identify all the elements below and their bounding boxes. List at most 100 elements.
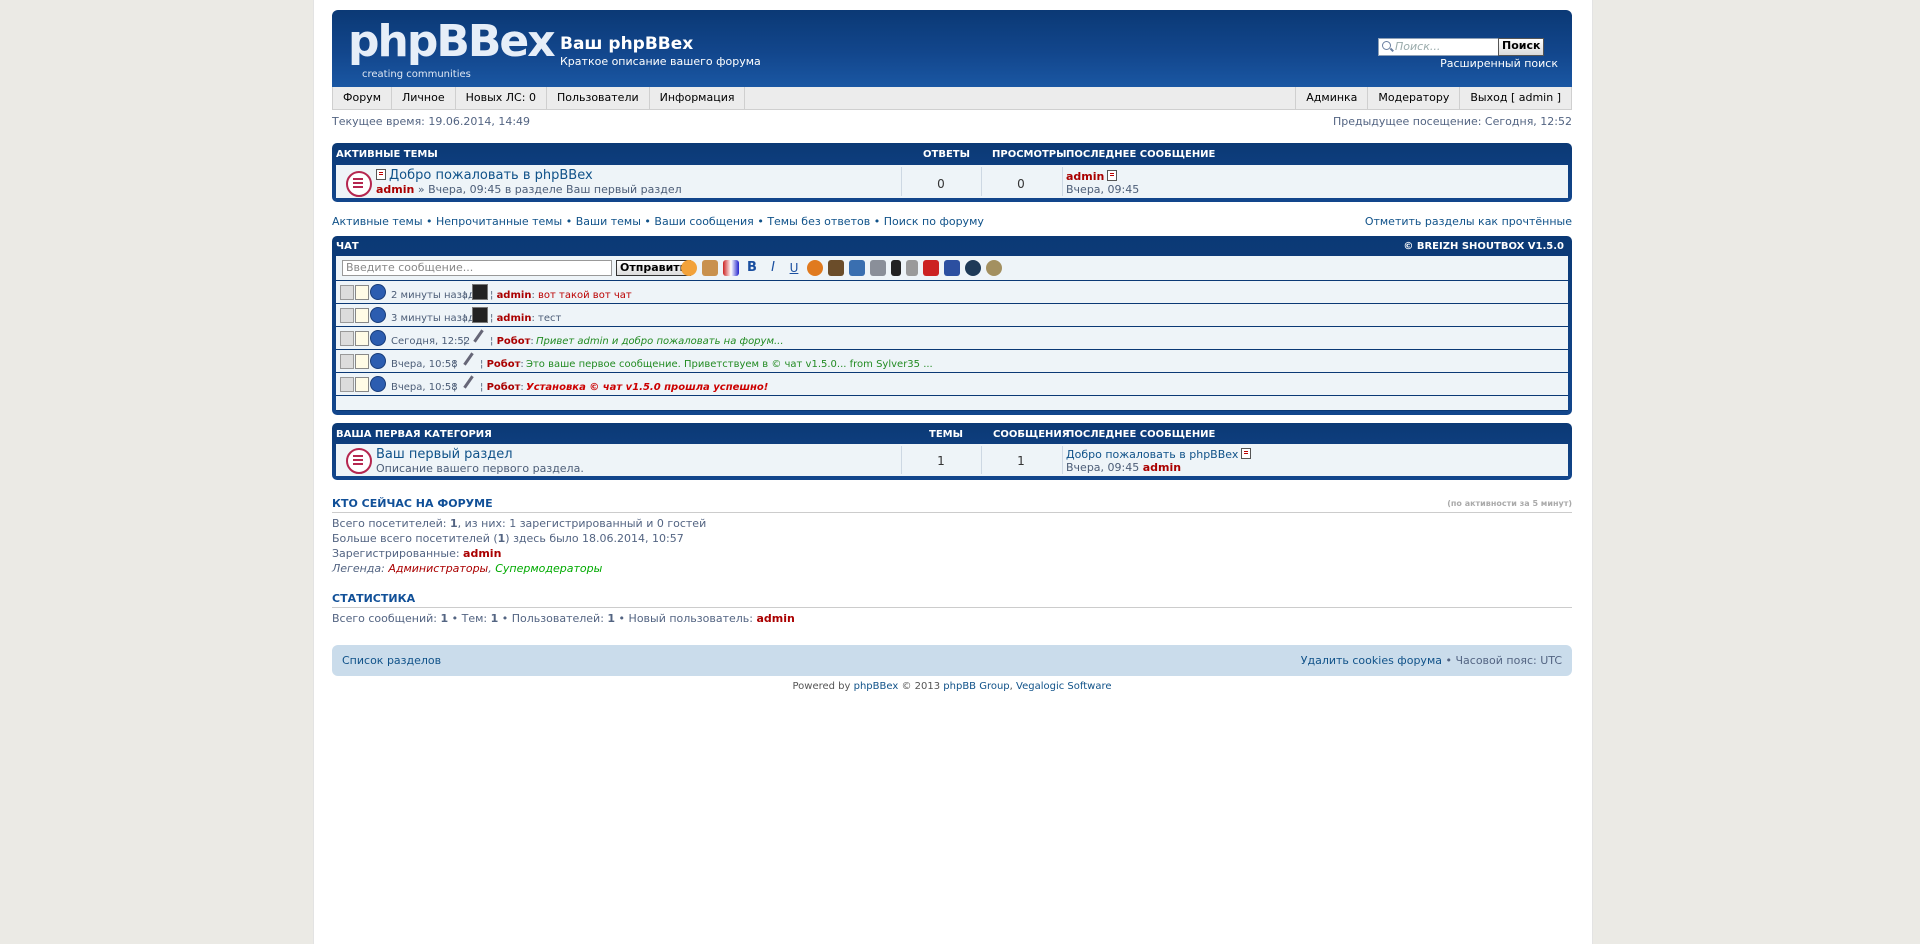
flag-icon[interactable] bbox=[923, 260, 939, 276]
col-posts: СООБЩЕНИЯ bbox=[993, 429, 1070, 440]
legend-admins-link[interactable]: Администраторы bbox=[388, 562, 488, 575]
info-icon[interactable] bbox=[370, 353, 386, 369]
info-icon[interactable] bbox=[370, 330, 386, 346]
forum-last-topic-link[interactable]: Добро пожаловать в phpBBex bbox=[1066, 448, 1238, 461]
nav-personal[interactable]: Личное bbox=[392, 87, 456, 109]
col-last-post: ПОСЛЕДНЕЕ СООБЩЕНИЕ bbox=[1066, 429, 1216, 440]
nav-forum[interactable]: Форум bbox=[333, 87, 392, 109]
edit-icon[interactable] bbox=[355, 354, 369, 369]
bottle-icon[interactable] bbox=[891, 260, 901, 276]
chat-credit[interactable]: © BREIZH SHOUTBOX V1.5.0 bbox=[1403, 241, 1564, 252]
page-inner: phpBBex creating communities Ваш phpBBex… bbox=[332, 10, 1572, 692]
chat-message-input[interactable]: Введите сообщение... bbox=[342, 260, 612, 276]
online-section-title: КТО СЕЙЧАС НА ФОРУМЕ (по активности за 5… bbox=[332, 497, 1572, 513]
chat-title: ЧАТ bbox=[336, 241, 359, 252]
delete-icon[interactable] bbox=[340, 377, 354, 392]
active-topics-block: АКТИВНЫЕ ТЕМЫ ОТВЕТЫ ПРОСМОТРЫ ПОСЛЕДНЕЕ… bbox=[332, 143, 1572, 202]
info-icon[interactable] bbox=[370, 307, 386, 323]
forum-last-author[interactable]: admin bbox=[1143, 461, 1181, 474]
forum-index-link[interactable]: Список разделов bbox=[342, 654, 441, 667]
col-views: ПРОСМОТРЫ bbox=[992, 149, 1067, 160]
italic-icon[interactable]: I bbox=[765, 260, 781, 276]
nav-info[interactable]: Информация bbox=[650, 87, 746, 109]
link-your-topics[interactable]: Ваши темы bbox=[576, 215, 641, 228]
online-user-link[interactable]: admin bbox=[463, 547, 501, 560]
edit-icon[interactable] bbox=[355, 285, 369, 300]
search-button[interactable]: Поиск bbox=[1498, 38, 1545, 56]
phpbb-group-link[interactable]: phpBB Group bbox=[943, 681, 1009, 692]
category-title[interactable]: ВАША ПЕРВАЯ КАТЕГОРИЯ bbox=[336, 429, 492, 440]
nav-moderator[interactable]: Модератору bbox=[1367, 87, 1459, 109]
search-icon bbox=[1382, 41, 1391, 50]
phpbbex-link[interactable]: phpBBex bbox=[854, 681, 899, 692]
newest-user-link[interactable]: admin bbox=[757, 612, 795, 625]
chat-message: 3 минуты назад ¦ ¦ admin: тест bbox=[336, 304, 1568, 327]
vegalogic-link[interactable]: Vegalogic Software bbox=[1016, 681, 1111, 692]
sound-icon[interactable] bbox=[986, 260, 1002, 276]
chat-message: Сегодня, 12:52 ¦ ¦ Робот: Привет admin и… bbox=[336, 327, 1568, 350]
search-input[interactable]: Поиск... bbox=[1378, 38, 1512, 56]
image-icon[interactable] bbox=[828, 260, 844, 276]
edit-icon[interactable] bbox=[355, 308, 369, 323]
info-icon[interactable] bbox=[370, 376, 386, 392]
delete-icon[interactable] bbox=[340, 331, 354, 346]
active-topics-title[interactable]: АКТИВНЫЕ ТЕМЫ bbox=[336, 149, 438, 160]
chat-user[interactable]: Робот bbox=[487, 382, 521, 393]
picture-icon[interactable] bbox=[849, 260, 865, 276]
avatar[interactable] bbox=[472, 307, 488, 323]
robot-icon[interactable] bbox=[906, 260, 918, 276]
legend-mods-link[interactable]: Супермодераторы bbox=[495, 562, 602, 575]
last-post-author[interactable]: admin bbox=[1066, 170, 1104, 183]
topic-title-link[interactable]: Добро пожаловать в phpBBex bbox=[389, 168, 593, 183]
link-unread-topics[interactable]: Непрочитанные темы bbox=[436, 215, 562, 228]
view-latest-post-icon[interactable] bbox=[1241, 448, 1252, 459]
advanced-search-link[interactable]: Расширенный поиск bbox=[1440, 57, 1558, 70]
user-icon[interactable] bbox=[944, 260, 960, 276]
info-icon[interactable] bbox=[370, 284, 386, 300]
quick-links: Активные темы • Непрочитанные темы • Ваш… bbox=[332, 215, 1572, 228]
page-wrapper: phpBBex creating communities Ваш phpBBex… bbox=[313, 0, 1593, 944]
chat-send-button[interactable]: Отправить bbox=[616, 260, 691, 276]
delete-icon[interactable] bbox=[340, 354, 354, 369]
bold-icon[interactable]: B bbox=[744, 260, 760, 276]
globe-icon[interactable] bbox=[965, 260, 981, 276]
nav-logout[interactable]: Выход [ admin ] bbox=[1459, 87, 1571, 109]
smiley-icon[interactable] bbox=[681, 260, 697, 276]
topic-author[interactable]: admin bbox=[376, 183, 414, 196]
link-active-topics[interactable]: Активные темы bbox=[332, 215, 423, 228]
link-mark-read[interactable]: Отметить разделы как прочтённые bbox=[1365, 215, 1572, 228]
site-logo[interactable]: phpBBex creating communities bbox=[348, 16, 556, 84]
tools-icon[interactable] bbox=[870, 260, 886, 276]
underline-icon[interactable]: U bbox=[786, 260, 802, 276]
forum-row: Ваш первый раздел Описание вашего первог… bbox=[336, 444, 1568, 476]
chat-user[interactable]: Робот bbox=[487, 359, 521, 370]
delete-icon[interactable] bbox=[340, 308, 354, 323]
edit-icon[interactable] bbox=[355, 377, 369, 392]
delete-cookies-link[interactable]: Удалить cookies форума bbox=[1301, 654, 1442, 667]
avatar[interactable] bbox=[472, 284, 488, 300]
nav-new-pm[interactable]: Новых ЛС: 0 bbox=[456, 87, 547, 109]
palette-icon[interactable] bbox=[702, 260, 718, 276]
robot-avatar-icon bbox=[462, 352, 476, 366]
font-color-icon[interactable] bbox=[723, 260, 739, 276]
nav-users[interactable]: Пользователи bbox=[547, 87, 650, 109]
forum-title-link[interactable]: Ваш первый раздел bbox=[376, 447, 513, 462]
chat-user[interactable]: Робот bbox=[497, 336, 531, 347]
col-replies: ОТВЕТЫ bbox=[923, 149, 970, 160]
link-unanswered[interactable]: Темы без ответов bbox=[767, 215, 870, 228]
online-title[interactable]: КТО СЕЙЧАС НА ФОРУМЕ bbox=[332, 497, 493, 510]
delete-icon[interactable] bbox=[340, 285, 354, 300]
edit-icon[interactable] bbox=[355, 331, 369, 346]
chat-body: Введите сообщение... Отправить B I U 2 м… bbox=[336, 256, 1568, 411]
link-icon[interactable] bbox=[807, 260, 823, 276]
chat-user[interactable]: admin bbox=[497, 313, 532, 324]
forum-topics-count: 1 bbox=[937, 454, 945, 468]
link-your-posts[interactable]: Ваши сообщения bbox=[654, 215, 753, 228]
chat-toolbar: Введите сообщение... Отправить B I U bbox=[336, 256, 1568, 281]
chat-user[interactable]: admin bbox=[497, 290, 532, 301]
time-bar: Текущее время: 19.06.2014, 14:49 Предыду… bbox=[332, 113, 1572, 131]
link-search-forum[interactable]: Поиск по форуму bbox=[884, 215, 984, 228]
nav-admin-panel[interactable]: Админка bbox=[1295, 87, 1367, 109]
logo-text: phpBBex bbox=[348, 16, 556, 67]
view-latest-post-icon[interactable] bbox=[1107, 170, 1118, 181]
